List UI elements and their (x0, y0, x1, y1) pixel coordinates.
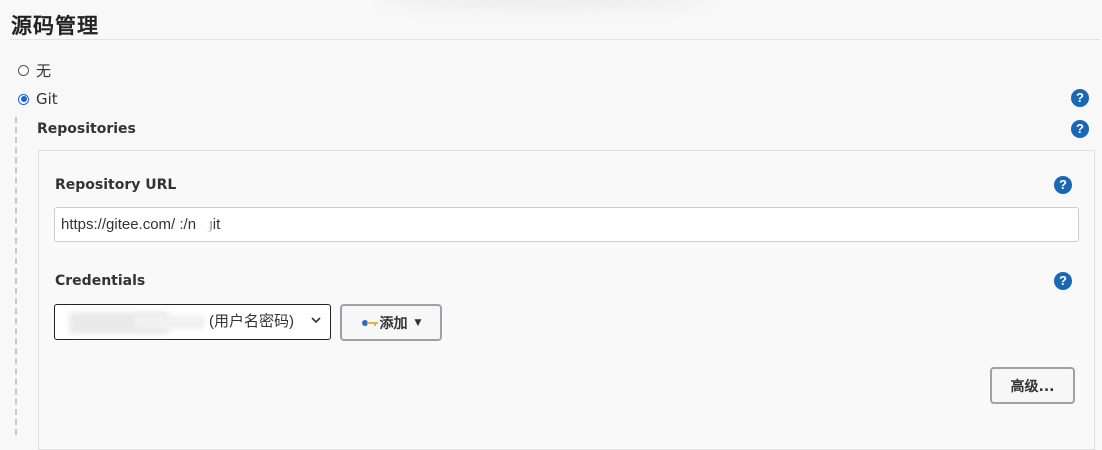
repositories-label: Repositories (37, 121, 136, 137)
repository-url-label: Repository URL (55, 177, 177, 193)
scm-option-git-label: Git (36, 90, 58, 108)
key-icon (361, 319, 378, 326)
decorative-shadow (380, 0, 710, 8)
scm-option-git[interactable]: Git (18, 90, 58, 108)
radio-icon[interactable] (18, 65, 29, 76)
repository-panel (38, 150, 1095, 450)
advanced-button[interactable]: 高级... (990, 367, 1075, 404)
help-icon[interactable]: ? (1071, 120, 1089, 138)
redaction-mask (135, 315, 205, 329)
radio-icon[interactable] (18, 93, 29, 105)
redaction-mask (199, 213, 211, 235)
credentials-selected-value: (用户名密码) (209, 313, 294, 330)
credentials-label: Credentials (55, 273, 146, 289)
credentials-select[interactable]: (用户名密码) (54, 304, 331, 340)
scm-option-none-label: 无 (36, 62, 52, 80)
section-title: 源码管理 (11, 14, 99, 38)
scm-option-none[interactable]: 无 (18, 60, 51, 81)
chevron-down-icon (311, 317, 321, 324)
add-button-label: 添加 (379, 315, 408, 332)
help-icon[interactable]: ? (1071, 89, 1089, 107)
add-credentials-button[interactable]: 添加 ▼ (340, 304, 442, 341)
nesting-line (15, 117, 17, 435)
advanced-button-label: 高级... (1010, 378, 1055, 395)
title-divider (10, 39, 1100, 40)
repository-url-value: https://gitee.com/ :/n .git (61, 216, 221, 233)
caret-down-icon: ▼ (414, 317, 422, 328)
help-icon[interactable]: ? (1054, 272, 1072, 290)
redaction-mask (242, 212, 377, 236)
help-icon[interactable]: ? (1054, 176, 1072, 194)
